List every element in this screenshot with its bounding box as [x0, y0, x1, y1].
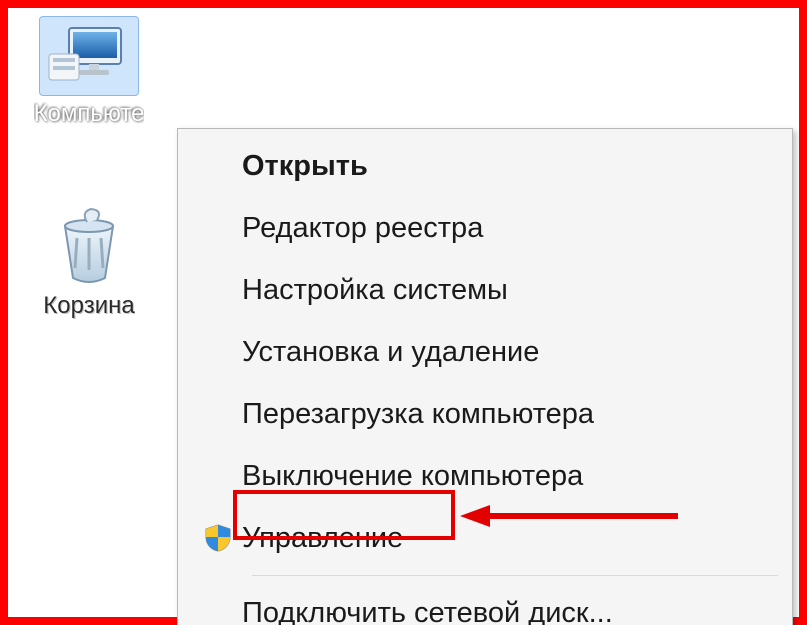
menu-item-open[interactable]: Открыть [180, 135, 790, 197]
menu-item-manage[interactable]: Управление [180, 507, 790, 569]
desktop-icon-label: Компьюте [34, 100, 145, 128]
menu-item-map-network-drive[interactable]: Подключить сетевой диск... [180, 582, 790, 625]
desktop-icon-label: Корзина [43, 292, 134, 320]
menu-item-registry-editor[interactable]: Редактор реестра [180, 197, 790, 259]
context-menu: Открыть Редактор реестра Настройка систе… [177, 128, 793, 625]
menu-separator [252, 575, 778, 576]
recycle-bin-icon [39, 208, 139, 288]
menu-item-install-uninstall[interactable]: Установка и удаление [180, 321, 790, 383]
menu-item-system-settings[interactable]: Настройка системы [180, 259, 790, 321]
uac-shield-icon [194, 523, 242, 553]
desktop: Компьюте Корзина Открыть [8, 8, 799, 617]
desktop-icon-computer[interactable]: Компьюте [14, 16, 164, 128]
desktop-icon-recycle-bin[interactable]: Корзина [14, 208, 164, 320]
menu-item-restart-computer[interactable]: Перезагрузка компьютера [180, 383, 790, 445]
menu-item-shutdown-computer[interactable]: Выключение компьютера [180, 445, 790, 507]
computer-icon [39, 16, 139, 96]
